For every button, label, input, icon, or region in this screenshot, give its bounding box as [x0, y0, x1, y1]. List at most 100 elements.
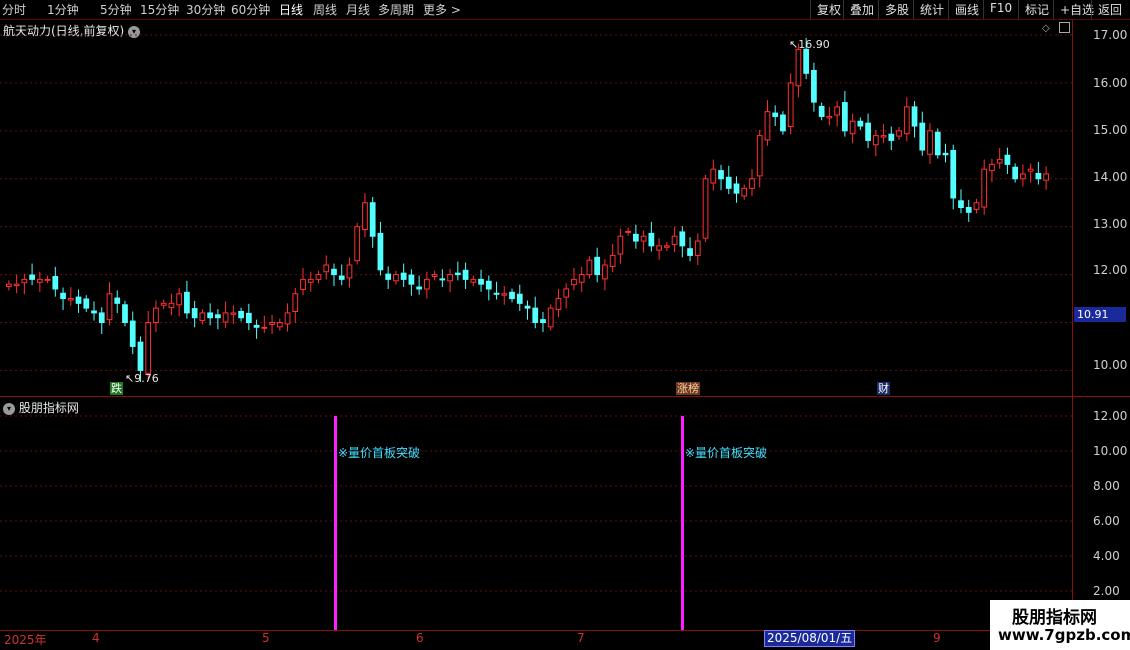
- candle-down: [215, 314, 221, 319]
- candle-up: [284, 312, 291, 325]
- candle-up: [787, 82, 794, 128]
- candle-up: [431, 274, 438, 277]
- period-tab-weekly[interactable]: 周线: [313, 1, 337, 18]
- price-tick-15: 15.00: [1093, 123, 1128, 137]
- candle-down: [725, 176, 732, 189]
- candle-up: [710, 168, 717, 184]
- watermark-logo: 股朋指标网 www.7gpzb.com: [990, 600, 1130, 650]
- candle-down: [98, 312, 105, 323]
- candle-up: [13, 283, 20, 287]
- candle-up: [67, 298, 74, 301]
- f10-button[interactable]: F10: [983, 0, 1018, 19]
- ind-tick-4: 4.00: [1093, 549, 1120, 563]
- date-label-jun: 6: [416, 631, 424, 645]
- price-tick-12: 12.00: [1093, 263, 1128, 277]
- candle-down: [184, 291, 190, 314]
- top-list-marker[interactable]: 涨榜: [676, 382, 700, 395]
- period-tab-1min[interactable]: 1分钟: [47, 1, 79, 18]
- candle-down: [679, 231, 686, 247]
- candle-up: [694, 240, 701, 256]
- ind-tick-10: 10.00: [1093, 444, 1128, 458]
- candle-up: [927, 130, 933, 155]
- right-axis-border: [1072, 20, 1073, 630]
- candle-up: [756, 135, 763, 177]
- candle-down: [207, 312, 214, 319]
- signal-bar-1: [334, 416, 337, 630]
- signal-label-1: ※量价首板突破: [338, 446, 421, 460]
- candle-down: [137, 341, 144, 371]
- finance-marker[interactable]: 财: [877, 382, 890, 395]
- date-label-jul: 7: [577, 631, 585, 645]
- watermark-line1: 股朋指标网: [1012, 608, 1097, 628]
- date-axis-divider: [0, 630, 1130, 631]
- candle-down: [911, 106, 918, 127]
- candle-up: [106, 293, 113, 321]
- candle-down: [718, 170, 724, 180]
- candle-up: [230, 312, 237, 315]
- fuquan-button[interactable]: 复权: [810, 0, 847, 19]
- candle-up: [21, 278, 28, 284]
- period-tab-fenshi[interactable]: 分时: [2, 1, 26, 18]
- candle-up: [656, 245, 662, 251]
- candle-down: [509, 291, 515, 300]
- stats-button[interactable]: 统计: [913, 0, 950, 19]
- fall-marker[interactable]: 跌: [110, 382, 123, 395]
- candle-down: [91, 310, 97, 314]
- candle-up: [424, 278, 430, 290]
- candle-down: [772, 112, 779, 117]
- cursor-date-label: 2025/08/01/五: [764, 630, 856, 647]
- candle-down: [122, 304, 128, 324]
- back-button[interactable]: 返回: [1091, 0, 1128, 19]
- candle-up: [261, 326, 268, 329]
- low-annotation: ↖9.76: [125, 372, 159, 385]
- candle-up: [663, 245, 670, 248]
- indicator-chart[interactable]: [0, 397, 1072, 630]
- candle-up: [973, 202, 980, 210]
- current-price-tag: 10.91: [1074, 307, 1126, 322]
- candle-up: [292, 293, 299, 312]
- candle-down: [1035, 172, 1042, 180]
- ind-tick-8: 8.00: [1093, 479, 1120, 493]
- candle-down: [811, 69, 817, 103]
- period-tab-15min[interactable]: 15分钟: [140, 1, 179, 18]
- candle-down: [385, 273, 392, 280]
- signal-bar-2: [681, 416, 684, 630]
- candle-down: [439, 278, 446, 281]
- candlestick-chart[interactable]: [0, 20, 1072, 396]
- candle-down: [60, 292, 66, 300]
- candle-up: [749, 178, 755, 189]
- price-tick-16: 16.00: [1093, 76, 1128, 90]
- candle-up: [834, 106, 841, 116]
- candle-down: [338, 275, 345, 280]
- period-tab-30min[interactable]: 30分钟: [186, 1, 225, 18]
- period-tab-multi[interactable]: 多周期: [378, 1, 414, 18]
- period-tab-monthly[interactable]: 月线: [346, 1, 370, 18]
- candle-down: [29, 274, 35, 280]
- overlay-button[interactable]: 叠加: [843, 0, 880, 19]
- candle-down: [129, 320, 136, 347]
- candle-up: [501, 293, 508, 296]
- candle-down: [485, 280, 492, 290]
- high-annotation: ↖16.90: [789, 38, 830, 51]
- candle-up: [44, 278, 51, 281]
- candle-up: [640, 235, 647, 242]
- candle-down: [75, 296, 82, 304]
- period-tab-60min[interactable]: 60分钟: [231, 1, 270, 18]
- period-tab-more[interactable]: 更多 >: [423, 1, 461, 18]
- candle-down: [594, 256, 601, 276]
- candle-down: [857, 120, 864, 127]
- period-tab-daily[interactable]: 日线: [279, 1, 303, 18]
- candle-down: [454, 272, 461, 276]
- ind-tick-2: 2.00: [1093, 584, 1120, 598]
- mark-button[interactable]: 标记: [1018, 0, 1055, 19]
- low-price-value: 9.76: [134, 372, 159, 385]
- candle-up: [346, 264, 353, 279]
- candle-up: [563, 288, 570, 298]
- candle-down: [493, 292, 500, 295]
- period-tab-5min[interactable]: 5分钟: [100, 1, 132, 18]
- candle-down: [540, 319, 546, 323]
- draw-line-button[interactable]: 画线: [948, 0, 985, 19]
- candle-up: [578, 274, 585, 283]
- multi-stock-button[interactable]: 多股: [878, 0, 915, 19]
- candle-up: [168, 302, 175, 309]
